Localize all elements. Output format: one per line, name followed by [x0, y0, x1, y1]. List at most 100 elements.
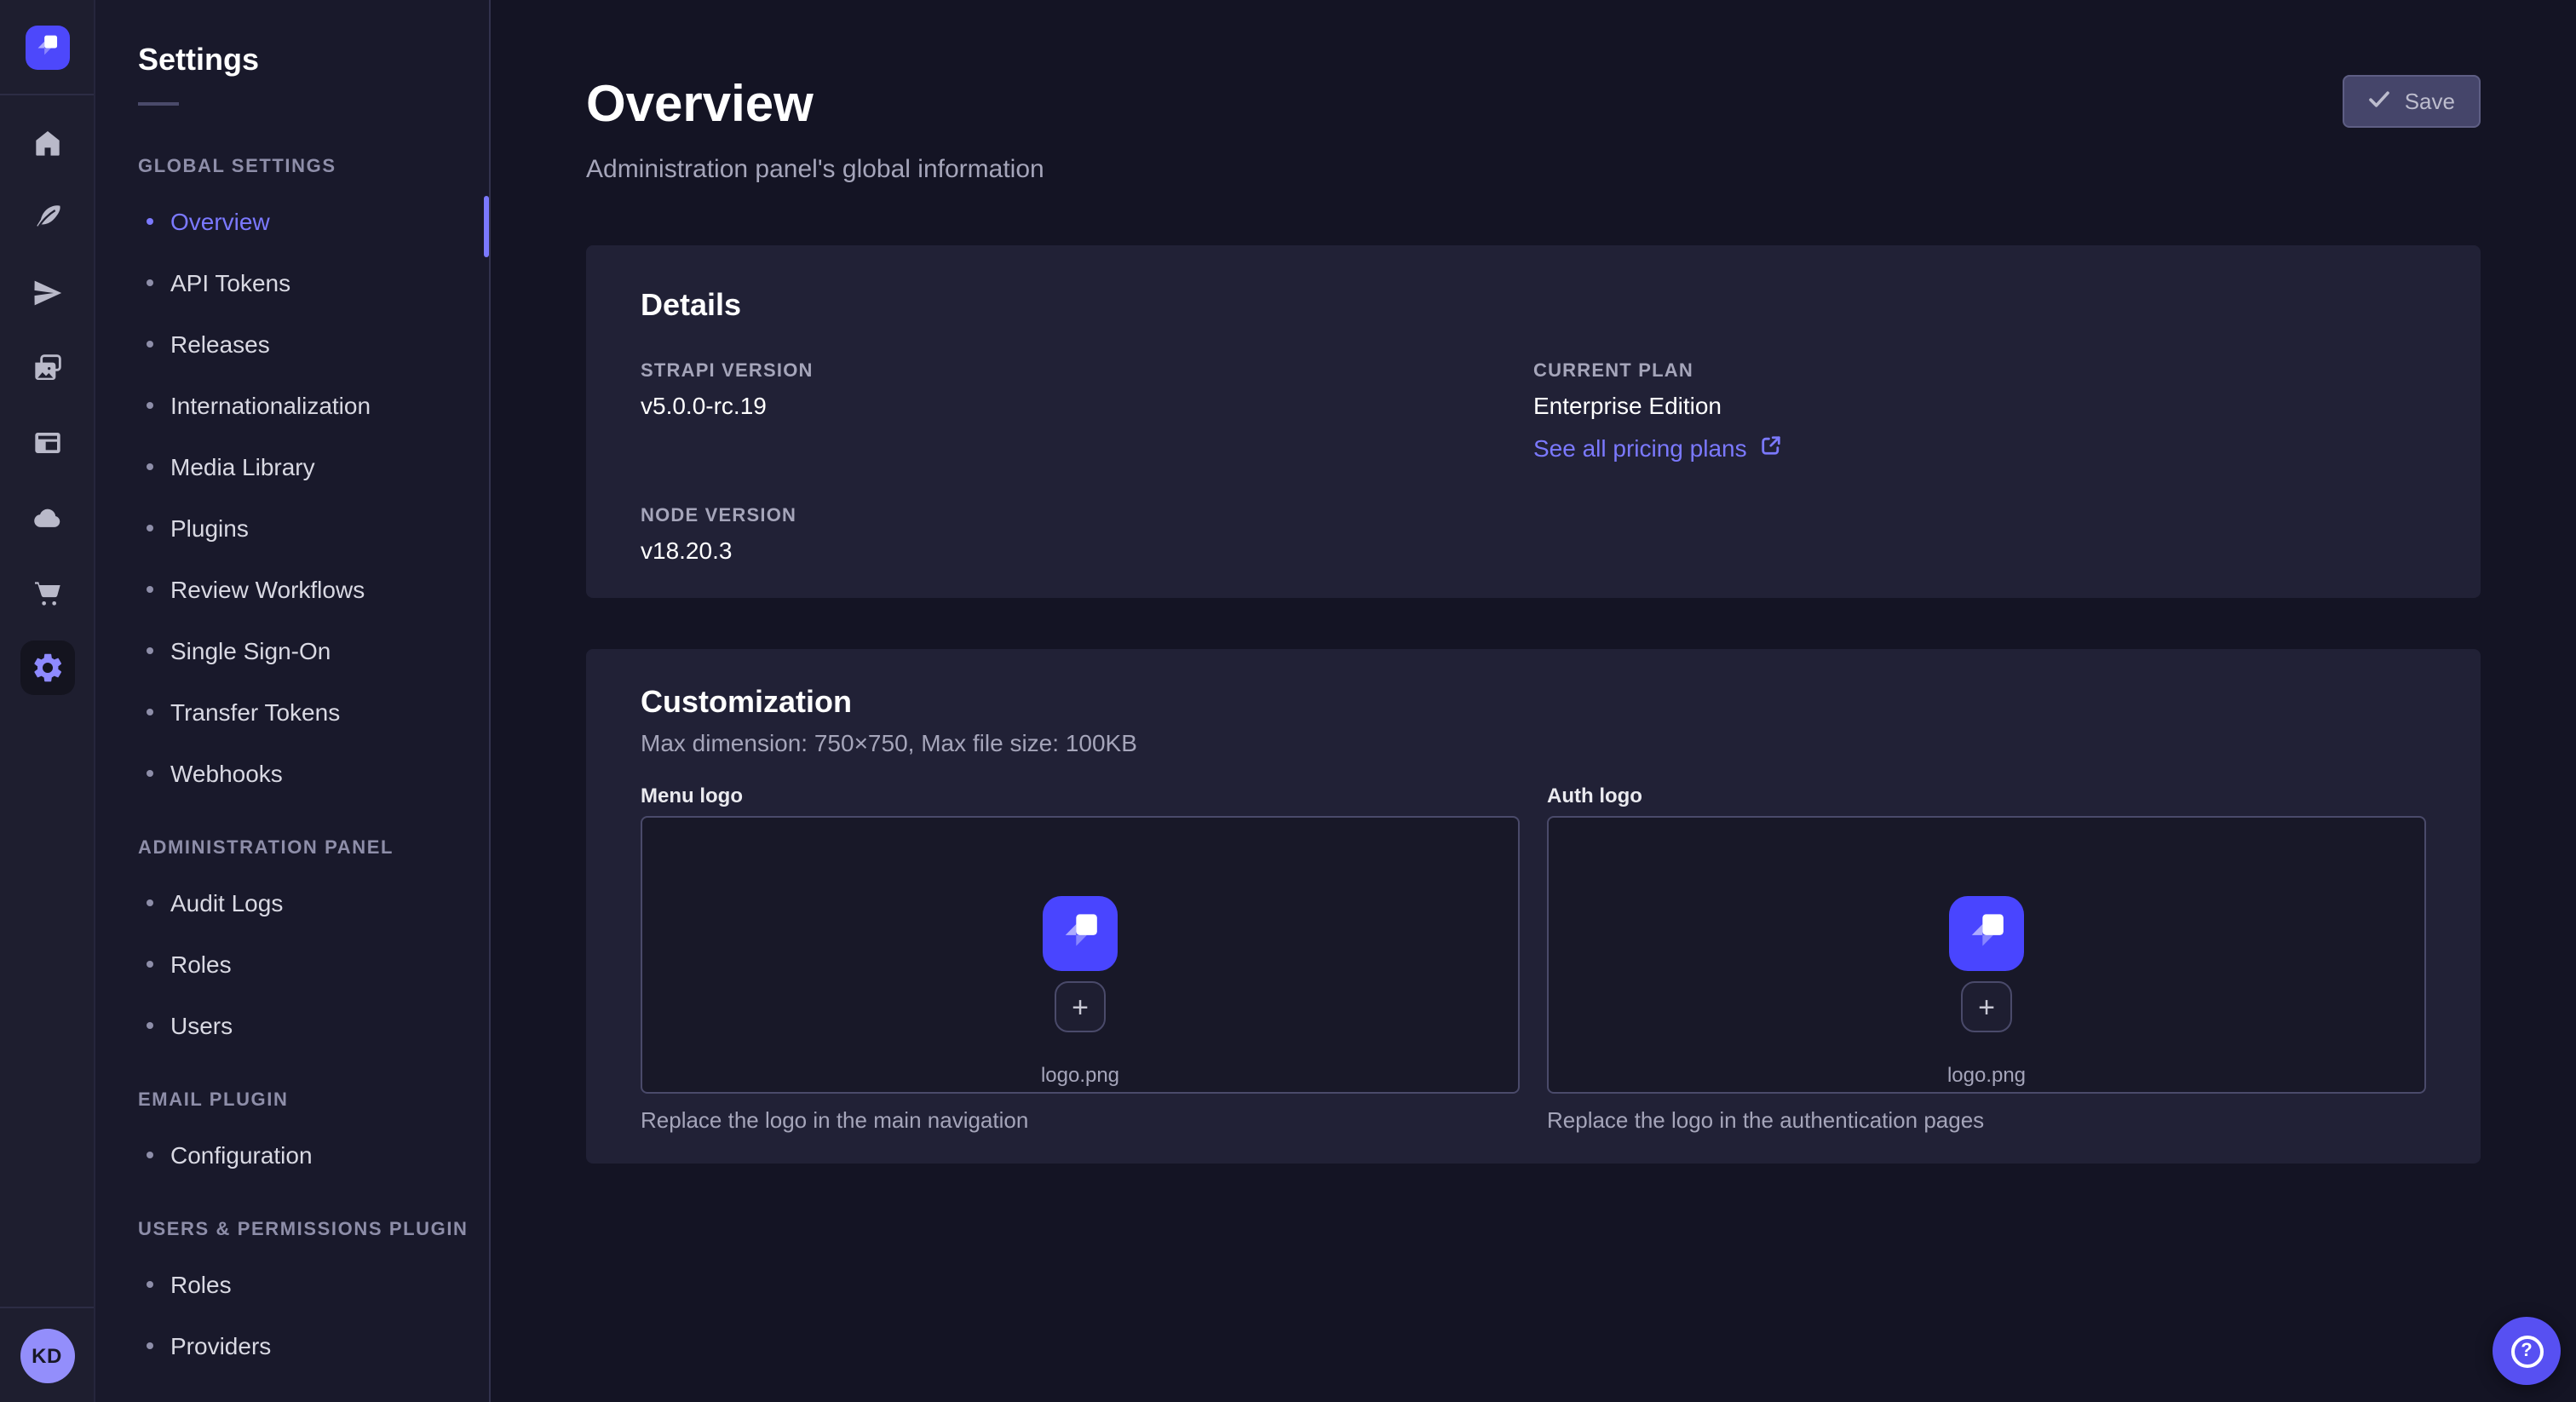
strapi-home-button[interactable] — [25, 25, 69, 69]
gear-icon[interactable] — [20, 641, 74, 695]
section-label-global-settings: GLOBAL SETTINGS — [138, 157, 489, 177]
bullet-icon — [147, 279, 153, 286]
bullet-icon — [147, 1281, 153, 1288]
auth-logo-add-button[interactable]: + — [1961, 981, 2012, 1032]
bullet-icon — [147, 1152, 153, 1158]
sidebar-item-api-tokens[interactable]: API Tokens — [95, 252, 489, 313]
menu-logo-field: Menu logo + logo.p — [641, 784, 1520, 1133]
sidebar-item-media-library[interactable]: Media Library — [95, 436, 489, 497]
page-header: Overview Administration panel's global i… — [586, 75, 2481, 187]
current-plan-field: CURRENT PLAN Enterprise Edition — [1533, 361, 2426, 421]
sidebar-item-label: Audit Logs — [170, 889, 283, 916]
home-icon[interactable] — [20, 116, 74, 170]
save-button[interactable]: Save — [2343, 75, 2481, 128]
menu-logo-preview — [1043, 896, 1118, 971]
node-version-label: NODE VERSION — [641, 506, 1533, 526]
sidebar-item-label: Providers — [170, 1332, 271, 1359]
auth-logo-dropzone[interactable]: + logo.png — [1547, 816, 2426, 1094]
sidebar-item-email-configuration[interactable]: Configuration — [95, 1124, 489, 1186]
sidebar-item-label: Media Library — [170, 453, 315, 480]
bullet-icon — [147, 647, 153, 654]
sidebar-item-label: Review Workflows — [170, 576, 365, 603]
nav-icon-list — [20, 95, 74, 695]
sidebar-item-admin-roles[interactable]: Roles — [95, 934, 489, 995]
pricing-plans-link[interactable]: See all pricing plans — [1533, 434, 1783, 462]
bullet-icon — [147, 770, 153, 777]
details-left-column: STRAPI VERSION v5.0.0-rc.19 NODE VERSION… — [641, 361, 1533, 566]
cloud-icon[interactable] — [20, 491, 74, 545]
details-card: Details STRAPI VERSION v5.0.0-rc.19 NODE… — [586, 245, 2481, 598]
external-link-icon — [1761, 434, 1783, 462]
bullet-icon — [147, 1022, 153, 1029]
strapi-logo-icon — [1056, 905, 1104, 962]
user-avatar[interactable]: KD — [20, 1328, 74, 1382]
help-button[interactable]: ? — [2493, 1317, 2561, 1385]
main-nav-rail: KD — [0, 0, 95, 1402]
strapi-logo-icon — [32, 30, 61, 64]
customization-heading: Customization — [641, 683, 2426, 721]
administration-panel-list: Audit Logs Roles Users — [95, 872, 489, 1056]
sidebar-item-label: Internationalization — [170, 392, 371, 419]
bullet-icon — [147, 218, 153, 225]
images-icon[interactable] — [20, 341, 74, 395]
sidebar-item-label: Users — [170, 1012, 233, 1039]
bullet-icon — [147, 1342, 153, 1349]
email-plugin-list: Configuration — [95, 1124, 489, 1186]
menu-logo-add-button[interactable]: + — [1055, 981, 1106, 1032]
sidebar-item-transfer-tokens[interactable]: Transfer Tokens — [95, 681, 489, 743]
cart-icon[interactable] — [20, 566, 74, 620]
sidebar-item-label: Single Sign-On — [170, 637, 331, 664]
sidebar-item-internationalization[interactable]: Internationalization — [95, 375, 489, 436]
save-button-label: Save — [2405, 89, 2455, 114]
bullet-icon — [147, 341, 153, 348]
sidebar-item-review-workflows[interactable]: Review Workflows — [95, 559, 489, 620]
details-heading: Details — [641, 286, 2426, 324]
bullet-icon — [147, 463, 153, 470]
details-grid: STRAPI VERSION v5.0.0-rc.19 NODE VERSION… — [641, 361, 2426, 566]
strapi-admin-settings-page: KD Settings GLOBAL SETTINGS Overview API… — [0, 0, 2576, 1402]
menu-logo-label: Menu logo — [641, 784, 1520, 809]
node-version-value: v18.20.3 — [641, 535, 1533, 566]
layout-icon[interactable] — [20, 416, 74, 470]
brand-area — [0, 0, 94, 95]
strapi-version-field: STRAPI VERSION v5.0.0-rc.19 — [641, 361, 1533, 421]
pricing-link-label: See all pricing plans — [1533, 434, 1747, 462]
sidebar-item-up-providers[interactable]: Providers — [95, 1315, 489, 1376]
sidebar-item-label: API Tokens — [170, 269, 290, 296]
strapi-version-label: STRAPI VERSION — [641, 361, 1533, 382]
feather-icon[interactable] — [20, 191, 74, 245]
sidebar-item-plugins[interactable]: Plugins — [95, 497, 489, 559]
sidebar-item-audit-logs[interactable]: Audit Logs — [95, 872, 489, 934]
page-subtitle: Administration panel's global informatio… — [586, 153, 2481, 187]
sidebar-item-label: Roles — [170, 1271, 232, 1298]
auth-logo-preview — [1949, 896, 2024, 971]
question-mark-icon: ? — [2510, 1335, 2543, 1367]
sidebar-item-up-roles[interactable]: Roles — [95, 1254, 489, 1315]
paper-plane-icon[interactable] — [20, 266, 74, 320]
bullet-icon — [147, 709, 153, 715]
active-item-indicator — [484, 196, 489, 257]
sidebar-item-label: Releases — [170, 330, 270, 358]
menu-logo-dropzone[interactable]: + logo.png — [641, 816, 1520, 1094]
customization-constraints: Max dimension: 750×750, Max file size: 1… — [641, 729, 2426, 756]
details-right-column: CURRENT PLAN Enterprise Edition See all … — [1533, 361, 2426, 566]
section-label-email-plugin: EMAIL PLUGIN — [138, 1090, 489, 1111]
sidebar-item-label: Overview — [170, 208, 270, 235]
auth-logo-label: Auth logo — [1547, 784, 2426, 809]
sidebar-item-webhooks[interactable]: Webhooks — [95, 743, 489, 804]
sidebar-item-admin-users[interactable]: Users — [95, 995, 489, 1056]
plus-icon: + — [1072, 992, 1089, 1021]
menu-logo-hint: Replace the logo in the main navigation — [641, 1107, 1520, 1133]
global-settings-list: Overview API Tokens Releases Internation… — [95, 191, 489, 804]
sidebar-item-label: Webhooks — [170, 760, 283, 787]
node-version-field: NODE VERSION v18.20.3 — [641, 506, 1533, 566]
sidebar-item-overview[interactable]: Overview — [95, 191, 489, 252]
bullet-icon — [147, 961, 153, 968]
strapi-version-value: v5.0.0-rc.19 — [641, 390, 1533, 421]
sidebar-item-releases[interactable]: Releases — [95, 313, 489, 375]
sidebar-item-single-sign-on[interactable]: Single Sign-On — [95, 620, 489, 681]
strapi-logo-icon — [1963, 905, 2010, 962]
auth-logo-filename: logo.png — [1947, 1063, 2026, 1087]
menu-logo-filename: logo.png — [1041, 1063, 1119, 1087]
plus-icon: + — [1978, 992, 1995, 1021]
